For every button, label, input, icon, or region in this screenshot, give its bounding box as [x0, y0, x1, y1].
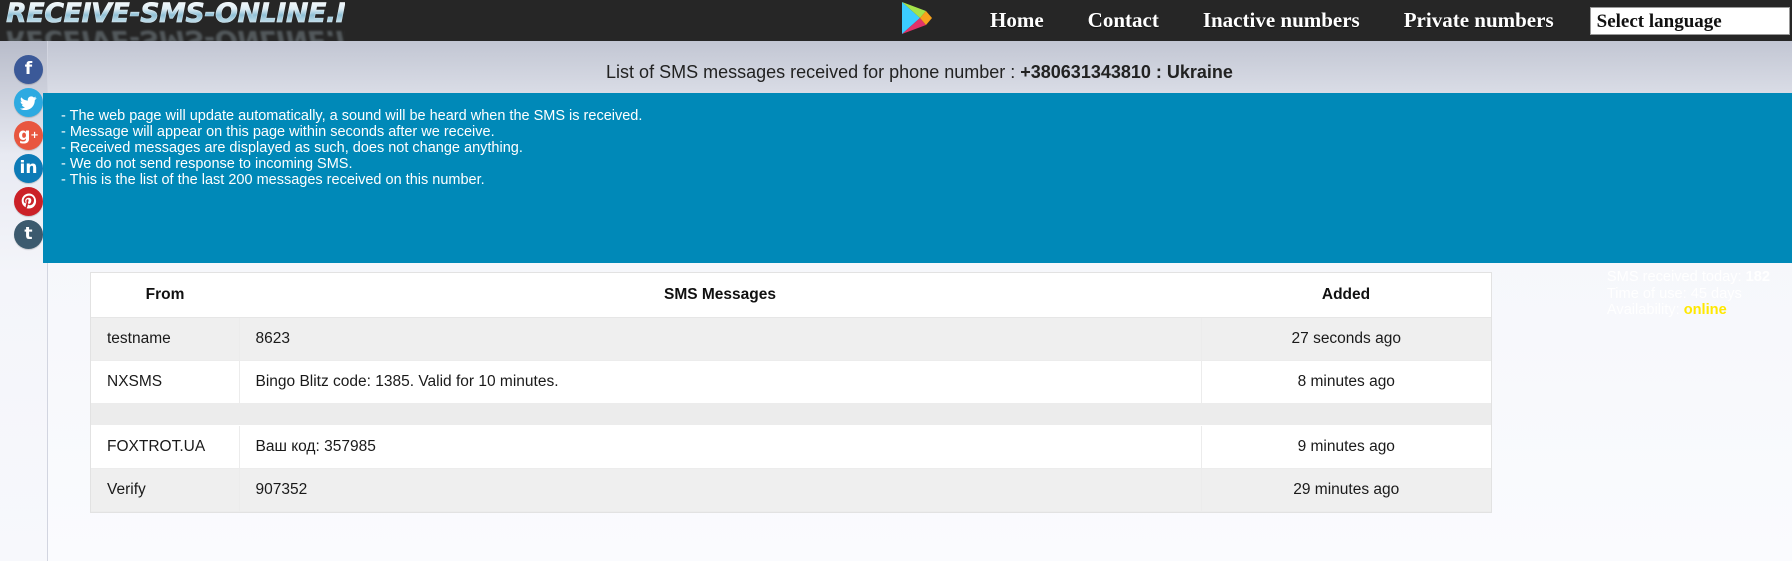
twitter-icon[interactable] — [14, 88, 43, 117]
nav-item-contact[interactable]: Contact — [1066, 8, 1181, 33]
stat-sms-today-label: SMS received today: — [1606, 269, 1746, 285]
cell-added: 8 minutes ago — [1201, 360, 1491, 404]
nav-item-private-numbers[interactable]: Private numbers — [1382, 8, 1576, 33]
googleplus-icon[interactable]: g + — [14, 121, 43, 150]
info-panel: - The web page will update automatically… — [43, 93, 1792, 332]
tumblr-icon[interactable]: t — [14, 220, 43, 249]
google-play-icon[interactable] — [900, 0, 934, 41]
table-header-row: From SMS Messages Added — [91, 273, 1491, 318]
info-line-2: - Message will appear on this page withi… — [61, 123, 495, 140]
nav-item-home[interactable]: Home — [968, 8, 1066, 33]
facebook-icon[interactable]: f — [14, 55, 43, 84]
cell-message: Bingo Blitz code: 1385. Valid for 10 min… — [238, 360, 1202, 404]
pinterest-icon[interactable] — [14, 187, 43, 216]
info-line-4: - We do not send response to incoming SM… — [61, 155, 353, 172]
social-share-rail: f g + in t — [14, 55, 43, 249]
cell-added: 29 minutes ago — [1201, 468, 1491, 512]
page-title-separator: : — [1150, 62, 1167, 82]
site-logo[interactable]: RECEIVE-SMS-ONLINE.INFO RECEIVE-SMS-ONLI… — [0, 0, 345, 47]
cell-from: Verify — [91, 468, 239, 512]
stat-availability-label: Availability: — [1606, 302, 1684, 319]
main-navigation: Home Contact Inactive numbers Private nu… — [900, 0, 1790, 41]
cell-spacer — [239, 403, 1201, 426]
language-selector[interactable]: Select language — [1589, 6, 1790, 35]
cell-message: Ваш код: 357985 — [238, 425, 1202, 469]
sms-messages-table: From SMS Messages Added testname 8623 27… — [90, 272, 1492, 513]
cell-message: 8623 — [238, 317, 1202, 361]
page-title-country: Ukraine — [1166, 62, 1233, 82]
cell-from: testname — [91, 317, 239, 361]
cell-added: 27 seconds ago — [1201, 317, 1491, 361]
stat-time-of-use-value: 45 days — [1690, 285, 1742, 302]
page-title-prefix: List of SMS messages received for phone … — [606, 62, 1021, 82]
table-row[interactable]: FOXTROT.UA Ваш код: 357985 9 minutes ago — [91, 425, 1491, 469]
status-badge-online: online — [1683, 302, 1727, 319]
number-stats: SMS received today: 182 Time of use: 45 … — [1607, 269, 1770, 319]
cell-from: FOXTROT.UA — [91, 425, 239, 469]
info-line-1: - The web page will update automatically… — [61, 107, 643, 124]
stat-sms-today: SMS received today: 182 — [1607, 269, 1770, 286]
stat-sms-today-value: 182 — [1745, 269, 1770, 285]
column-header-from: From — [91, 273, 239, 318]
table-row[interactable]: Verify 907352 29 minutes ago — [91, 468, 1491, 512]
site-logo-text: RECEIVE-SMS-ONLINE.INFO — [6, 0, 345, 29]
nav-item-inactive-numbers[interactable]: Inactive numbers — [1181, 8, 1382, 33]
page-title: List of SMS messages received for phone … — [47, 62, 1792, 83]
column-header-messages: SMS Messages — [239, 273, 1201, 318]
cell-from: NXSMS — [91, 360, 239, 404]
cell-spacer — [91, 403, 239, 426]
stat-time-of-use: Time of use: 45 days — [1607, 286, 1770, 303]
site-header: RECEIVE-SMS-ONLINE.INFO RECEIVE-SMS-ONLI… — [0, 0, 1792, 47]
column-header-added: Added — [1201, 273, 1491, 318]
linkedin-icon[interactable]: in — [14, 154, 43, 183]
cell-message: 907352 — [238, 468, 1202, 512]
table-row[interactable]: testname 8623 27 seconds ago — [91, 317, 1491, 361]
cell-spacer — [1201, 403, 1491, 426]
stat-availability: Availability: online — [1607, 302, 1770, 319]
table-spacer-row — [91, 403, 1491, 426]
table-row[interactable]: NXSMS Bingo Blitz code: 1385. Valid for … — [91, 360, 1491, 404]
info-line-3: - Received messages are displayed as suc… — [61, 139, 523, 156]
page-title-phone: +380631343810 — [1020, 62, 1151, 82]
info-notice-list: - The web page will update automatically… — [61, 108, 642, 188]
stat-time-of-use-label: Time of use: — [1606, 285, 1691, 302]
cell-added: 9 minutes ago — [1201, 425, 1491, 469]
info-line-5: - This is the list of the last 200 messa… — [61, 171, 485, 188]
